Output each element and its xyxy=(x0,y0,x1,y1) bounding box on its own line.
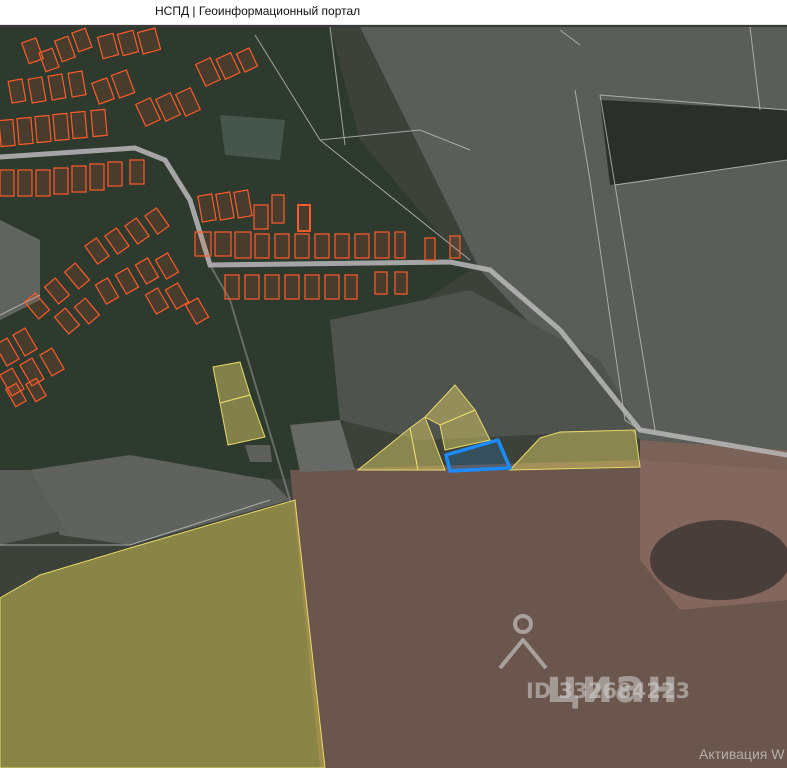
activation-notice: Активация W xyxy=(699,746,785,762)
watermark-id: ID 332684223 xyxy=(526,679,691,703)
map-view[interactable]: циан ID 332684223 Активация W xyxy=(0,27,787,768)
page-title: НСПД | Геоинформационный портал xyxy=(155,4,361,18)
top-bar: НСПД | Геоинформационный портал xyxy=(0,0,787,25)
